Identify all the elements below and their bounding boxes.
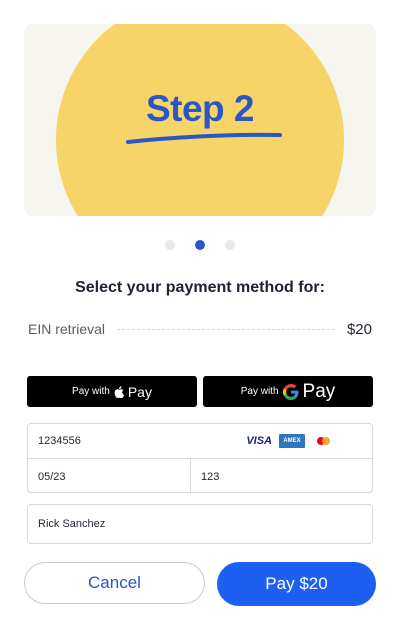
google-pay-prefix: Pay with <box>240 386 279 397</box>
item-name: EIN retrieval <box>28 321 106 337</box>
card-number-field[interactable]: 1234556 VISA AMEX <box>28 424 372 459</box>
visa-logo-icon: VISA <box>246 435 272 447</box>
cardholder-name-field[interactable]: Rick Sanchez <box>27 504 373 544</box>
card-number-value: 1234556 <box>38 435 81 447</box>
mastercard-logo-icon <box>312 434 336 448</box>
apple-logo-icon <box>114 385 124 398</box>
cardholder-name-value: Rick Sanchez <box>38 518 106 530</box>
cvc-field[interactable]: 123 <box>191 459 373 493</box>
card-brand-logos: VISA AMEX <box>246 434 336 448</box>
pay-button[interactable]: Pay $20 <box>217 562 376 606</box>
carousel-dot-2[interactable] <box>195 240 205 250</box>
card-details-form: 1234556 VISA AMEX 05/23 123 <box>27 423 373 493</box>
carousel-dot-3[interactable] <box>225 240 235 250</box>
expiry-date-field[interactable]: 05/23 <box>28 459 191 493</box>
apple-pay-prefix: Pay with <box>72 386 110 397</box>
carousel-dot-1[interactable] <box>165 240 175 250</box>
google-pay-button[interactable]: Pay with Pay <box>203 376 373 407</box>
google-g-icon <box>282 383 299 400</box>
order-line-item: EIN retrieval $20 <box>28 320 372 338</box>
amex-logo-icon: AMEX <box>279 434 305 448</box>
item-price: $20 <box>346 320 372 338</box>
apple-pay-button[interactable]: Pay with Pay <box>27 376 197 407</box>
payment-heading: Select your payment method for: <box>75 279 325 296</box>
dotted-leader <box>117 328 335 330</box>
apple-pay-label: Pay <box>127 383 152 400</box>
carousel-dots <box>0 240 400 250</box>
google-pay-label: Pay <box>302 380 336 402</box>
expiry-value: 05/23 <box>38 471 66 483</box>
cancel-button[interactable]: Cancel <box>24 562 205 604</box>
underline-stroke <box>126 132 282 144</box>
step-illustration: Step 2 <box>24 24 376 216</box>
cvc-value: 123 <box>201 471 220 483</box>
step-title: Step 2 <box>145 88 255 129</box>
